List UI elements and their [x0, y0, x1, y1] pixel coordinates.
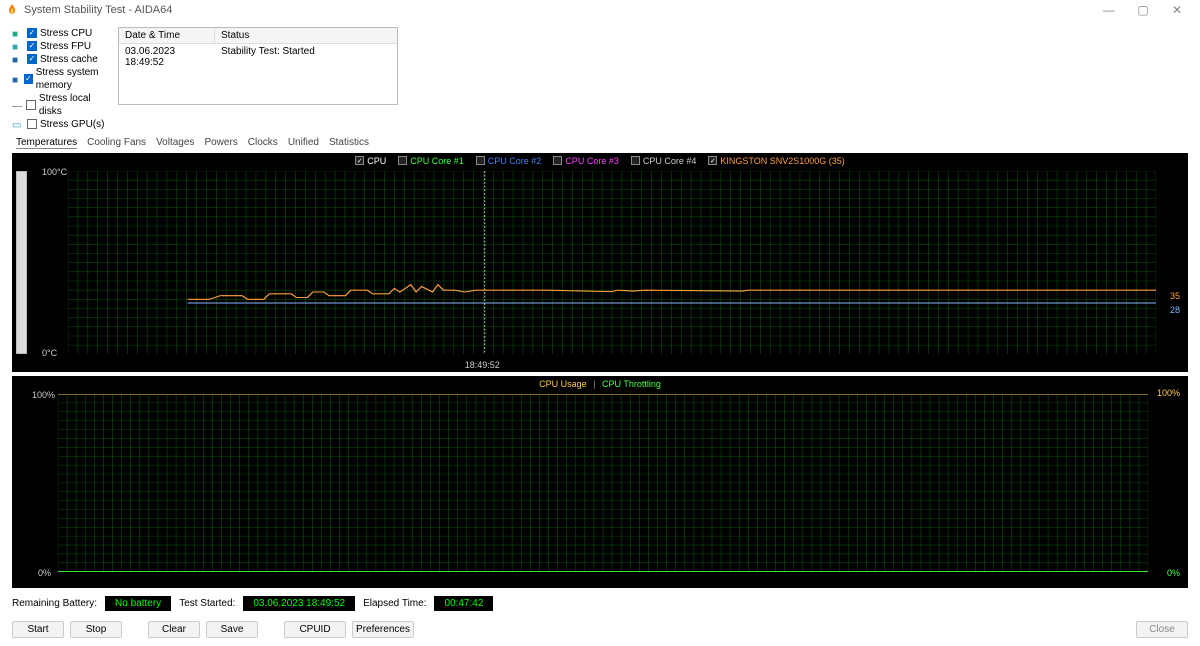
legend-item-3[interactable]: CPU Core #3 — [553, 156, 619, 166]
temp-axis-bot: 0°C — [42, 348, 57, 358]
log-row: 03.06.2023 18:49:52 Stability Test: Star… — [119, 44, 397, 70]
window-title: System Stability Test - AIDA64 — [24, 4, 172, 16]
usage-axis-bot: 0% — [38, 568, 51, 578]
titlebar: System Stability Test - AIDA64 — ▢ ✕ — [0, 0, 1200, 21]
status-row: Remaining Battery: No battery Test Start… — [0, 590, 1200, 617]
legend-checkbox[interactable] — [476, 156, 485, 165]
log-header-date: Date & Time — [119, 28, 215, 43]
maximize-button[interactable]: ▢ — [1126, 3, 1160, 17]
legend-item-2[interactable]: CPU Core #2 — [476, 156, 542, 166]
legend-item-0[interactable]: CPU — [355, 156, 386, 166]
disk-icon: — — [12, 100, 23, 110]
stress-item-5[interactable]: ▭ Stress GPU(s) — [12, 118, 112, 131]
log-panel: Date & Time Status 03.06.2023 18:49:52 S… — [118, 27, 398, 105]
stress-item-label: Stress GPU(s) — [40, 118, 104, 131]
temperature-legend: CPU CPU Core #1 CPU Core #2 CPU Core #3 CPU … — [12, 156, 1188, 166]
legend-item-5[interactable]: KINGSTON SNV2S1000G (35) — [708, 156, 844, 166]
cache-icon: ■ — [12, 54, 24, 64]
checkbox[interactable]: ✓ — [27, 28, 37, 38]
usage-right-0: 0% — [1167, 568, 1180, 578]
checkbox[interactable] — [27, 119, 37, 129]
tab-clocks[interactable]: Clocks — [248, 137, 278, 149]
usage-plot-svg — [58, 394, 1148, 572]
legend-checkbox[interactable] — [398, 156, 407, 165]
legend-label: CPU — [367, 156, 386, 166]
clear-button[interactable]: Clear — [148, 621, 200, 638]
usage-legend: CPU Usage | CPU Throttling — [12, 379, 1188, 389]
start-button[interactable]: Start — [12, 621, 64, 638]
cpu-usage-graph: CPU Usage | CPU Throttling 100% 0% 100% … — [12, 376, 1188, 588]
preferences-button[interactable]: Preferences — [352, 621, 414, 638]
started-value: 03.06.2023 18:49:52 — [243, 596, 355, 611]
gpu-icon: ▭ — [12, 119, 24, 129]
legend-label: CPU Core #4 — [643, 156, 697, 166]
button-row: Start Stop Clear Save CPUID Preferences … — [0, 617, 1200, 646]
legend-checkbox[interactable] — [708, 156, 717, 165]
log-cell-status: Stability Test: Started — [215, 44, 321, 70]
tab-temperatures[interactable]: Temperatures — [16, 137, 77, 149]
usage-right-100: 100% — [1157, 388, 1180, 398]
stress-item-2[interactable]: ■✓Stress cache — [12, 53, 112, 66]
stress-options: ■✓Stress CPU■✓Stress FPU■✓Stress cache■✓… — [12, 27, 112, 131]
legend-checkbox[interactable] — [355, 156, 364, 165]
temp-axis-top: 100°C — [42, 167, 67, 177]
tab-statistics[interactable]: Statistics — [329, 137, 369, 149]
usage-legend-usage: CPU Usage — [539, 379, 587, 389]
close-button[interactable]: Close — [1136, 621, 1188, 638]
legend-label: CPU Core #2 — [488, 156, 542, 166]
elapsed-label: Elapsed Time: — [363, 598, 426, 609]
legend-label: CPU Core #3 — [565, 156, 619, 166]
checkbox[interactable]: ✓ — [27, 54, 37, 64]
battery-label: Remaining Battery: — [12, 598, 97, 609]
checkbox[interactable] — [26, 100, 36, 110]
stop-button[interactable]: Stop — [70, 621, 122, 638]
elapsed-value: 00:47:42 — [434, 596, 493, 611]
legend-item-4[interactable]: CPU Core #4 — [631, 156, 697, 166]
minimize-button[interactable]: — — [1092, 3, 1126, 17]
stress-item-label: Stress FPU — [40, 40, 91, 53]
stress-item-label: Stress CPU — [40, 27, 92, 40]
temperature-graph: CPU CPU Core #1 CPU Core #2 CPU Core #3 CPU … — [12, 153, 1188, 372]
temp-right-28: 28 — [1170, 305, 1180, 315]
tab-unified[interactable]: Unified — [288, 137, 319, 149]
tab-voltages[interactable]: Voltages — [156, 137, 194, 149]
cpuid-button[interactable]: CPUID — [284, 621, 346, 638]
app-icon — [6, 4, 18, 16]
legend-checkbox[interactable] — [553, 156, 562, 165]
tab-powers[interactable]: Powers — [204, 137, 237, 149]
top-panel: ■✓Stress CPU■✓Stress FPU■✓Stress cache■✓… — [0, 21, 1200, 131]
checkbox[interactable]: ✓ — [27, 41, 37, 51]
stress-item-0[interactable]: ■✓Stress CPU — [12, 27, 112, 40]
legend-checkbox[interactable] — [631, 156, 640, 165]
temp-right-35: 35 — [1170, 291, 1180, 301]
legend-label: CPU Core #1 — [410, 156, 464, 166]
fpu-icon: ■ — [12, 41, 24, 51]
cpu-icon: ■ — [12, 28, 24, 38]
temp-time-marker: 18:49:52 — [465, 360, 500, 370]
legend-label: KINGSTON SNV2S1000G (35) — [720, 156, 844, 166]
usage-legend-throttle: CPU Throttling — [602, 379, 661, 389]
stress-item-label: Stress local disks — [39, 92, 112, 118]
temperature-plot-svg — [68, 171, 1156, 354]
stress-item-3[interactable]: ■✓Stress system memory — [12, 66, 112, 92]
checkbox[interactable]: ✓ — [24, 74, 33, 84]
stress-item-label: Stress cache — [40, 53, 98, 66]
started-label: Test Started: — [179, 598, 235, 609]
usage-axis-top: 100% — [32, 390, 55, 400]
log-cell-date: 03.06.2023 18:49:52 — [119, 44, 215, 70]
chart-tabs: Temperatures Cooling Fans Voltages Powers Cl… — [0, 131, 1200, 151]
battery-value: No battery — [105, 596, 171, 611]
memory-icon: ■ — [12, 74, 21, 84]
legend-item-1[interactable]: CPU Core #1 — [398, 156, 464, 166]
tab-cooling-fans[interactable]: Cooling Fans — [87, 137, 146, 149]
close-window-button[interactable]: ✕ — [1160, 3, 1194, 17]
save-button[interactable]: Save — [206, 621, 258, 638]
log-header-status: Status — [215, 28, 255, 43]
graph-scrollbar[interactable] — [16, 171, 27, 354]
stress-item-4[interactable]: — Stress local disks — [12, 92, 112, 118]
stress-item-label: Stress system memory — [36, 66, 112, 92]
stress-item-1[interactable]: ■✓Stress FPU — [12, 40, 112, 53]
